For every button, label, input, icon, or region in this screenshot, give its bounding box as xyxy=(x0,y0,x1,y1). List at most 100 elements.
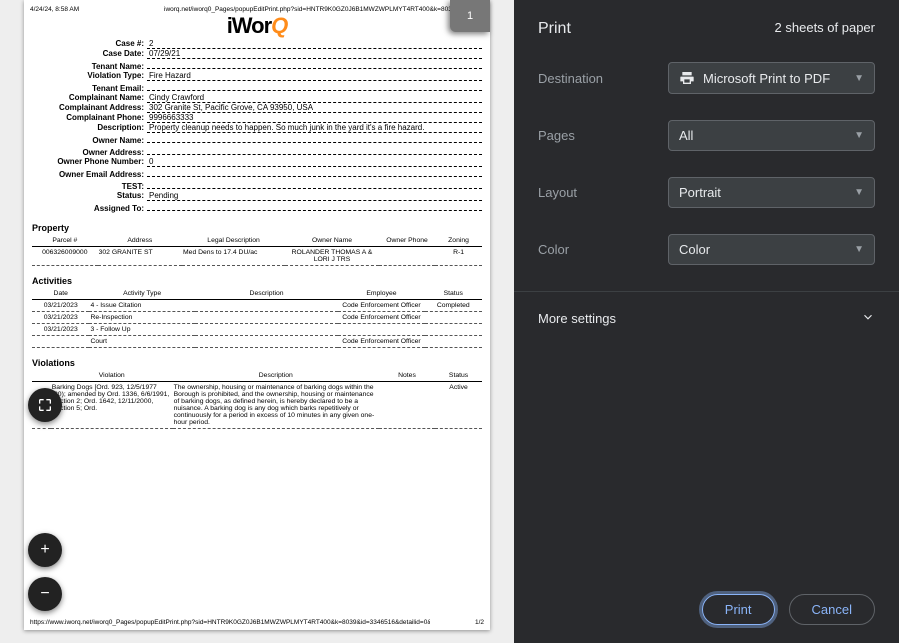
field-row: Owner Address: xyxy=(32,145,482,157)
field-value: 0 xyxy=(147,157,482,167)
chevron-down-icon: ▼ xyxy=(854,73,864,84)
more-settings-toggle[interactable]: More settings xyxy=(514,291,899,345)
field-label: Owner Phone Number: xyxy=(32,157,147,166)
field-row: Owner Name: xyxy=(32,133,482,145)
table-cell xyxy=(425,324,482,336)
table-header: Date xyxy=(32,288,89,300)
field-value: 07/29/21 xyxy=(147,49,482,59)
table-header: Description xyxy=(173,370,379,382)
field-label: Description: xyxy=(32,123,147,132)
logo: iWorQ xyxy=(24,13,490,39)
table-cell: Med Dens to 17.4 DU/ac xyxy=(182,247,285,266)
table-cell: 03/21/2023 xyxy=(32,300,89,312)
field-value: Property cleanup needs to happen. So muc… xyxy=(147,123,482,133)
table-cell xyxy=(195,300,339,312)
property-table: Parcel #AddressLegal DescriptionOwner Na… xyxy=(32,235,482,266)
table-row: 006326009000302 GRANITE STMed Dens to 17… xyxy=(32,247,482,266)
field-label: TEST: xyxy=(32,182,147,191)
chevron-down-icon: ▼ xyxy=(854,187,864,198)
color-label: Color xyxy=(538,242,668,257)
table-cell: 03/21/2023 xyxy=(32,312,89,324)
table-cell xyxy=(195,312,339,324)
table-cell: The ownership, housing or maintenance of… xyxy=(173,382,379,429)
zoom-in-button[interactable]: + xyxy=(28,533,62,567)
page-number-badge: 1 xyxy=(450,0,490,32)
field-value xyxy=(147,59,482,69)
table-cell: 006326009000 xyxy=(32,247,98,266)
preview-timestamp: 4/24/24, 8:58 AM xyxy=(30,6,79,13)
field-row: Complainant Name:Cindy Crawford xyxy=(32,93,482,103)
destination-label: Destination xyxy=(538,71,668,86)
table-cell: Court xyxy=(89,336,194,348)
preview-footer-url: https://www.iworq.net/iworq0_Pages/popup… xyxy=(30,619,430,626)
table-cell xyxy=(379,247,435,266)
print-button[interactable]: Print xyxy=(702,594,775,625)
section-property-title: Property xyxy=(24,213,490,235)
field-label: Owner Name: xyxy=(32,136,147,145)
field-label: Violation Type: xyxy=(32,71,147,80)
field-label: Case Date: xyxy=(32,49,147,58)
field-label: Tenant Name: xyxy=(32,62,147,71)
field-value: 2 xyxy=(147,39,482,49)
printer-icon xyxy=(679,70,695,86)
field-value: 302 Granite St, Pacific Grove, CA 93950,… xyxy=(147,103,482,113)
table-cell xyxy=(195,324,339,336)
layout-value: Portrait xyxy=(679,185,721,200)
zoom-out-button[interactable]: − xyxy=(28,577,62,611)
more-settings-label: More settings xyxy=(538,311,616,326)
field-label: Assigned To: xyxy=(32,204,147,213)
pages-select[interactable]: All ▼ xyxy=(668,120,875,151)
field-label: Complainant Address: xyxy=(32,103,147,112)
table-cell: Active xyxy=(435,382,482,429)
field-row: Owner Email Address: xyxy=(32,167,482,179)
table-header: Legal Description xyxy=(182,235,285,247)
table-header: Activity Type xyxy=(89,288,194,300)
field-value xyxy=(147,167,482,177)
table-cell xyxy=(379,382,435,429)
fit-to-page-button[interactable] xyxy=(28,388,62,422)
field-row: Complainant Address:302 Granite St, Paci… xyxy=(32,103,482,113)
field-value xyxy=(147,201,482,211)
section-activities-title: Activities xyxy=(24,266,490,288)
destination-value: Microsoft Print to PDF xyxy=(703,71,830,86)
table-row: 03/21/20233 - Follow Up xyxy=(32,324,482,336)
table-cell: 4 - Issue Citation xyxy=(89,300,194,312)
field-label: Status: xyxy=(32,191,147,200)
section-violations-title: Violations xyxy=(24,348,490,370)
layout-select[interactable]: Portrait ▼ xyxy=(668,177,875,208)
field-row: Assigned To: xyxy=(32,201,482,213)
field-row: Description:Property cleanup needs to ha… xyxy=(32,123,482,133)
field-row: Tenant Email: xyxy=(32,81,482,93)
dialog-title: Print xyxy=(538,20,571,38)
cancel-button[interactable]: Cancel xyxy=(789,594,875,625)
table-row: 03/21/2023Re-InspectionCode Enforcement … xyxy=(32,312,482,324)
table-header: Zoning xyxy=(435,235,482,247)
preview-scroll-area[interactable]: 1 4/24/24, 8:58 AM iworq.net/iworq0_Page… xyxy=(0,0,514,643)
field-label: Complainant Phone: xyxy=(32,113,147,122)
table-cell xyxy=(425,336,482,348)
field-label: Tenant Email: xyxy=(32,84,147,93)
field-label: Case #: xyxy=(32,39,147,48)
field-label: Owner Email Address: xyxy=(32,170,147,179)
print-dialog: Print 2 sheets of paper Destination Micr… xyxy=(514,0,899,643)
table-cell xyxy=(338,324,424,336)
field-value xyxy=(147,133,482,143)
destination-select[interactable]: Microsoft Print to PDF ▼ xyxy=(668,62,875,94)
pages-label: Pages xyxy=(538,128,668,143)
table-header: Violation xyxy=(51,370,173,382)
field-value: Pending xyxy=(147,191,482,201)
table-header: Notes xyxy=(379,370,435,382)
field-row: Violation Type:Fire Hazard xyxy=(32,71,482,81)
preview-page: 1 4/24/24, 8:58 AM iworq.net/iworq0_Page… xyxy=(24,0,490,630)
table-row: Barking Dogs [Ord. 923, 12/5/1977 (30); … xyxy=(32,382,482,429)
field-value xyxy=(147,179,482,189)
layout-label: Layout xyxy=(538,185,668,200)
field-value: Fire Hazard xyxy=(147,71,482,81)
table-header: Owner Name xyxy=(285,235,379,247)
print-preview-pane: 1 4/24/24, 8:58 AM iworq.net/iworq0_Page… xyxy=(0,0,514,643)
table-cell xyxy=(195,336,339,348)
color-select[interactable]: Color ▼ xyxy=(668,234,875,265)
table-cell: 3 - Follow Up xyxy=(89,324,194,336)
table-header xyxy=(32,370,51,382)
field-row: Owner Phone Number:0 xyxy=(32,157,482,167)
